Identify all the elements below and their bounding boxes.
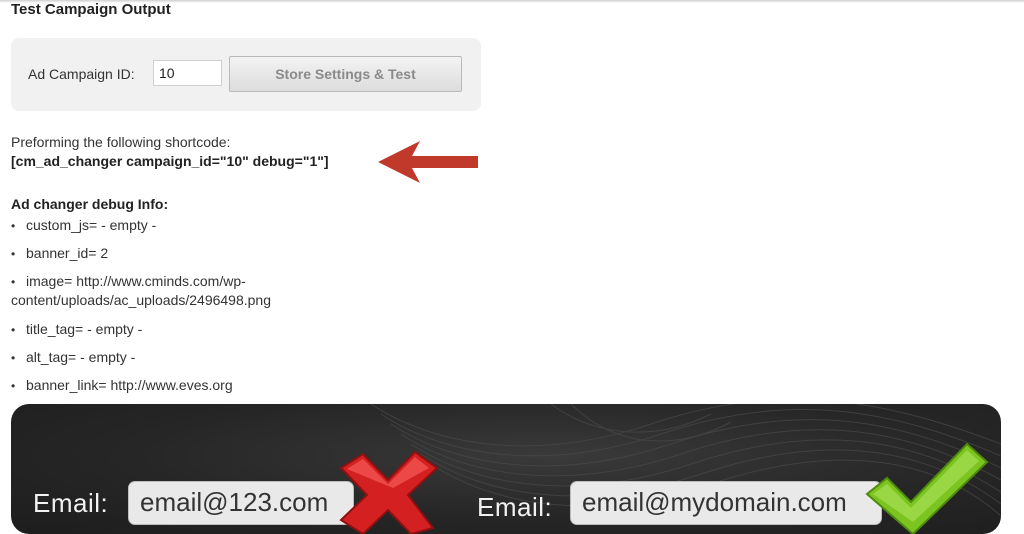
banner-right-email-label: Email: <box>477 492 553 522</box>
section-title: Test Campaign Output <box>11 1 171 18</box>
debug-item-banner-link: • banner_link= http://www.eves.org <box>11 377 233 393</box>
banner-left-email-label: Email: <box>33 488 109 518</box>
left-arrow-icon <box>378 141 478 183</box>
debug-item-title-tag: • title_tag= - empty - <box>11 321 143 337</box>
debug-item-alt-tag: • alt_tag= - empty - <box>11 349 136 365</box>
store-settings-test-button[interactable]: Store Settings & Test <box>229 56 462 92</box>
banner-right-email-field: email@mydomain.com <box>570 481 882 525</box>
settings-panel: Ad Campaign ID: Store Settings & Test <box>11 38 481 111</box>
shortcode-intro-text: Preforming the following shortcode: <box>11 134 231 150</box>
debug-info-title: Ad changer debug Info: <box>11 196 169 212</box>
ad-banner-image[interactable]: Email: email@123.com Email: email@mydoma… <box>11 404 1001 534</box>
campaign-id-label: Ad Campaign ID: <box>28 66 135 82</box>
debug-item-image: • image= http://www.cminds.com/wp- <box>11 273 246 289</box>
debug-item-custom-js: • custom_js= - empty - <box>11 217 157 233</box>
red-x-icon <box>339 450 439 534</box>
banner-left-email-field: email@123.com <box>128 481 354 525</box>
debug-item-banner-id: • banner_id= 2 <box>11 245 109 261</box>
green-check-icon <box>865 442 989 534</box>
debug-item-image-continued: content/uploads/ac_uploads/2496498.png <box>11 292 271 308</box>
shortcode-code: [cm_ad_changer campaign_id="10" debug="1… <box>11 153 329 169</box>
campaign-id-input[interactable] <box>153 60 222 86</box>
